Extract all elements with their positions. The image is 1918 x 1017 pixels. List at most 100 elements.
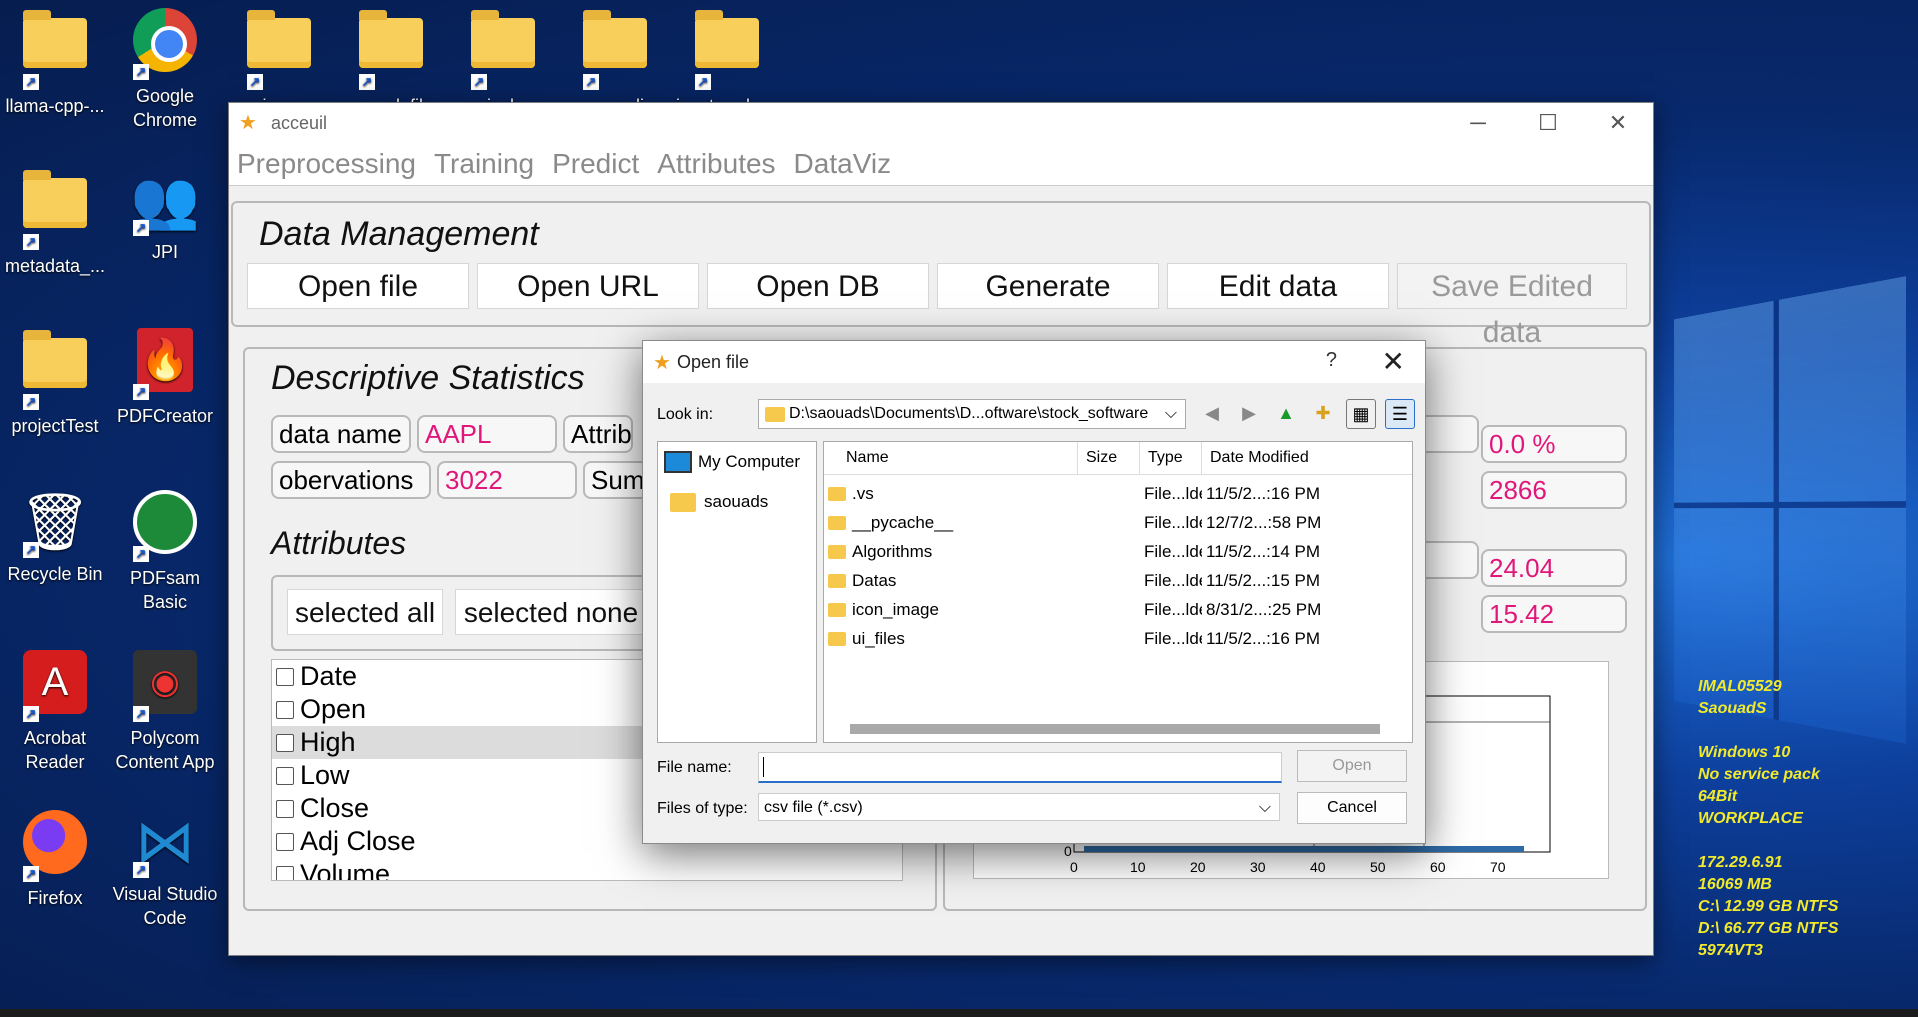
- desktop-icon-label: PDFCreator: [116, 406, 214, 426]
- back-icon[interactable]: ◀: [1198, 399, 1226, 427]
- column-type[interactable]: Type: [1140, 442, 1202, 474]
- open-button[interactable]: Open: [1297, 750, 1407, 782]
- attribute-checkbox[interactable]: [276, 667, 294, 686]
- horizontal-scrollbar[interactable]: [850, 724, 1380, 734]
- chevron-down-icon: ⌵: [1258, 799, 1271, 816]
- x-tick-label: 20: [1190, 859, 1206, 875]
- file-size: [1078, 595, 1140, 624]
- file-type: File...lder: [1144, 513, 1202, 532]
- shortcut-arrow-icon: ↗: [133, 706, 149, 722]
- cancel-button[interactable]: Cancel: [1297, 792, 1407, 824]
- app-titlebar[interactable]: ★ acceuil ─ ☐ ✕: [229, 103, 1653, 143]
- attributes-count-label: Attribu: [563, 415, 633, 453]
- desktop-icon-people[interactable]: 👥 ↗ JPI: [110, 164, 220, 264]
- file-row[interactable]: ui_files File...lder11/5/2...:16 PM: [824, 624, 1412, 653]
- menu-attributes[interactable]: Attributes: [657, 148, 775, 180]
- desktop-icon-pdfsam[interactable]: ↗ PDFsam Basic: [110, 486, 220, 614]
- desktop-icon-firefox[interactable]: ↗ Firefox: [0, 806, 110, 910]
- sidebar-item-saouads[interactable]: saouads: [658, 482, 816, 522]
- close-button[interactable]: ✕: [1583, 103, 1653, 143]
- desktop-icon-folder[interactable]: ↗general_files: [336, 4, 446, 118]
- desktop-icon-folder[interactable]: ↗ecomdi: [560, 4, 670, 118]
- desktop-icon-pdfcreator[interactable]: 🔥 ↗ PDFCreator: [110, 324, 220, 428]
- minimize-button[interactable]: ─: [1443, 103, 1513, 143]
- sidebar-item-label: My Computer: [698, 452, 801, 471]
- attribute-checkbox[interactable]: [276, 799, 294, 818]
- select-none-button[interactable]: selected none: [455, 589, 647, 635]
- forward-icon[interactable]: ▶: [1235, 399, 1263, 427]
- file-row[interactable]: icon_image File...lder8/31/2...:25 PM: [824, 595, 1412, 624]
- file-date: 11/5/2...:14 PM: [1206, 542, 1321, 561]
- open-file-button[interactable]: Open file: [247, 263, 469, 309]
- help-button[interactable]: ?: [1326, 349, 1337, 372]
- column-date-modified[interactable]: Date Modified: [1202, 442, 1412, 474]
- attribute-checkbox[interactable]: [276, 766, 294, 785]
- new-folder-icon[interactable]: ✚: [1309, 399, 1337, 427]
- folder-icon: ↗: [243, 10, 315, 90]
- file-row[interactable]: Datas File...lder11/5/2...:15 PM: [824, 566, 1412, 595]
- attribute-label: Adj Close: [300, 826, 416, 856]
- parent-folder-icon[interactable]: ▲: [1272, 399, 1300, 427]
- desktop-icon-label: Firefox: [27, 888, 83, 908]
- menu-training[interactable]: Training: [434, 148, 534, 180]
- desktop-icon-folder[interactable]: ↗mainclone: [448, 4, 558, 118]
- column-name[interactable]: Name: [824, 442, 1078, 474]
- folder-icon: [765, 406, 785, 422]
- save-edited-data-button[interactable]: Save Edited data: [1397, 263, 1627, 349]
- open-url-button[interactable]: Open URL: [477, 263, 699, 309]
- observations-label: obervations: [271, 461, 431, 499]
- desktop-icon-folder[interactable]: ↗jupyter_docs: [672, 4, 782, 118]
- open-db-button[interactable]: Open DB: [707, 263, 929, 309]
- file-size: [1078, 624, 1140, 653]
- attribute-checkbox[interactable]: [276, 733, 294, 752]
- desktop-icon-acrobat[interactable]: A ↗ Acrobat Reader: [0, 646, 110, 774]
- menu-bar: Preprocessing Training Predict Attribute…: [229, 143, 1653, 186]
- dialog-titlebar[interactable]: ★ Open file ? ✕: [643, 341, 1425, 383]
- file-date: 12/7/2...:58 PM: [1206, 513, 1322, 532]
- maximize-button[interactable]: ☐: [1513, 103, 1583, 143]
- recycle-bin-icon: 🗑 ↗: [19, 490, 91, 558]
- pdfsam-icon: ↗: [129, 490, 201, 562]
- file-row[interactable]: Algorithms File...lder11/5/2...:14 PM: [824, 537, 1412, 566]
- file-list[interactable]: Name Size Type Date Modified .vs File...l…: [823, 441, 1413, 743]
- attribute-checkbox[interactable]: [276, 700, 294, 719]
- generate-button[interactable]: Generate: [937, 263, 1159, 309]
- desktop-icon-folder[interactable]: ↗ metadata_...: [0, 164, 110, 278]
- dialog-close-button[interactable]: ✕: [1382, 345, 1405, 378]
- y-tick-label: 0: [1064, 843, 1072, 859]
- data-management-group: Data Management Open file Open URL Open …: [231, 201, 1651, 349]
- desktop-icon-vscode[interactable]: ⋈ ↗ Visual Studio Code: [110, 806, 220, 930]
- column-size[interactable]: Size: [1078, 442, 1140, 474]
- file-name-input[interactable]: [758, 752, 1282, 783]
- file-type-combo[interactable]: csv file (*.csv) ⌵: [758, 793, 1280, 821]
- desktop-icon-folder[interactable]: ↗ llama-cpp-...: [0, 4, 110, 118]
- app-star-icon: ★: [239, 112, 257, 134]
- desktop-icon-chrome[interactable]: ↗ Google Chrome: [110, 4, 220, 132]
- edit-data-button[interactable]: Edit data: [1167, 263, 1389, 309]
- desktop-icon-label: Google Chrome: [132, 86, 198, 130]
- list-view-icon[interactable]: ▦: [1346, 399, 1376, 429]
- std-value: 15.42: [1481, 595, 1627, 633]
- look-in-combo[interactable]: D:\saouads\Documents\D...oftware\stock_s…: [758, 399, 1186, 429]
- shortcut-arrow-icon: ↗: [133, 384, 149, 400]
- attribute-item[interactable]: Volume: [272, 858, 902, 880]
- desktop-icon-recycle-bin[interactable]: 🗑 ↗ Recycle Bin: [0, 486, 110, 586]
- attribute-checkbox[interactable]: [276, 865, 294, 880]
- file-row[interactable]: __pycache__ File...lder12/7/2...:58 PM: [824, 508, 1412, 537]
- desktop-icon-polycom[interactable]: ◉ ↗ Polycom Content App: [110, 646, 220, 774]
- sidebar-item-my-computer[interactable]: My Computer: [658, 442, 816, 482]
- desktop-icon-label: Recycle Bin: [7, 564, 103, 584]
- desktop-icon-folder[interactable]: ↗ projectTest: [0, 324, 110, 438]
- detail-view-icon[interactable]: ☰: [1385, 399, 1415, 429]
- menu-preprocessing[interactable]: Preprocessing: [237, 148, 416, 180]
- file-row[interactable]: .vs File...lder11/5/2...:16 PM: [824, 479, 1412, 508]
- select-all-button[interactable]: selected all: [287, 589, 443, 635]
- desktop-icon-label: Visual Studio Code: [112, 884, 218, 928]
- attribute-checkbox[interactable]: [276, 832, 294, 851]
- attribute-label: Open: [300, 694, 367, 724]
- menu-dataviz[interactable]: DataViz: [794, 148, 892, 180]
- folder-icon: [828, 573, 846, 588]
- menu-predict[interactable]: Predict: [552, 148, 639, 180]
- desktop-icon-folder[interactable]: ↗iesa: [224, 4, 334, 118]
- chevron-down-icon: ⌵: [1164, 405, 1177, 422]
